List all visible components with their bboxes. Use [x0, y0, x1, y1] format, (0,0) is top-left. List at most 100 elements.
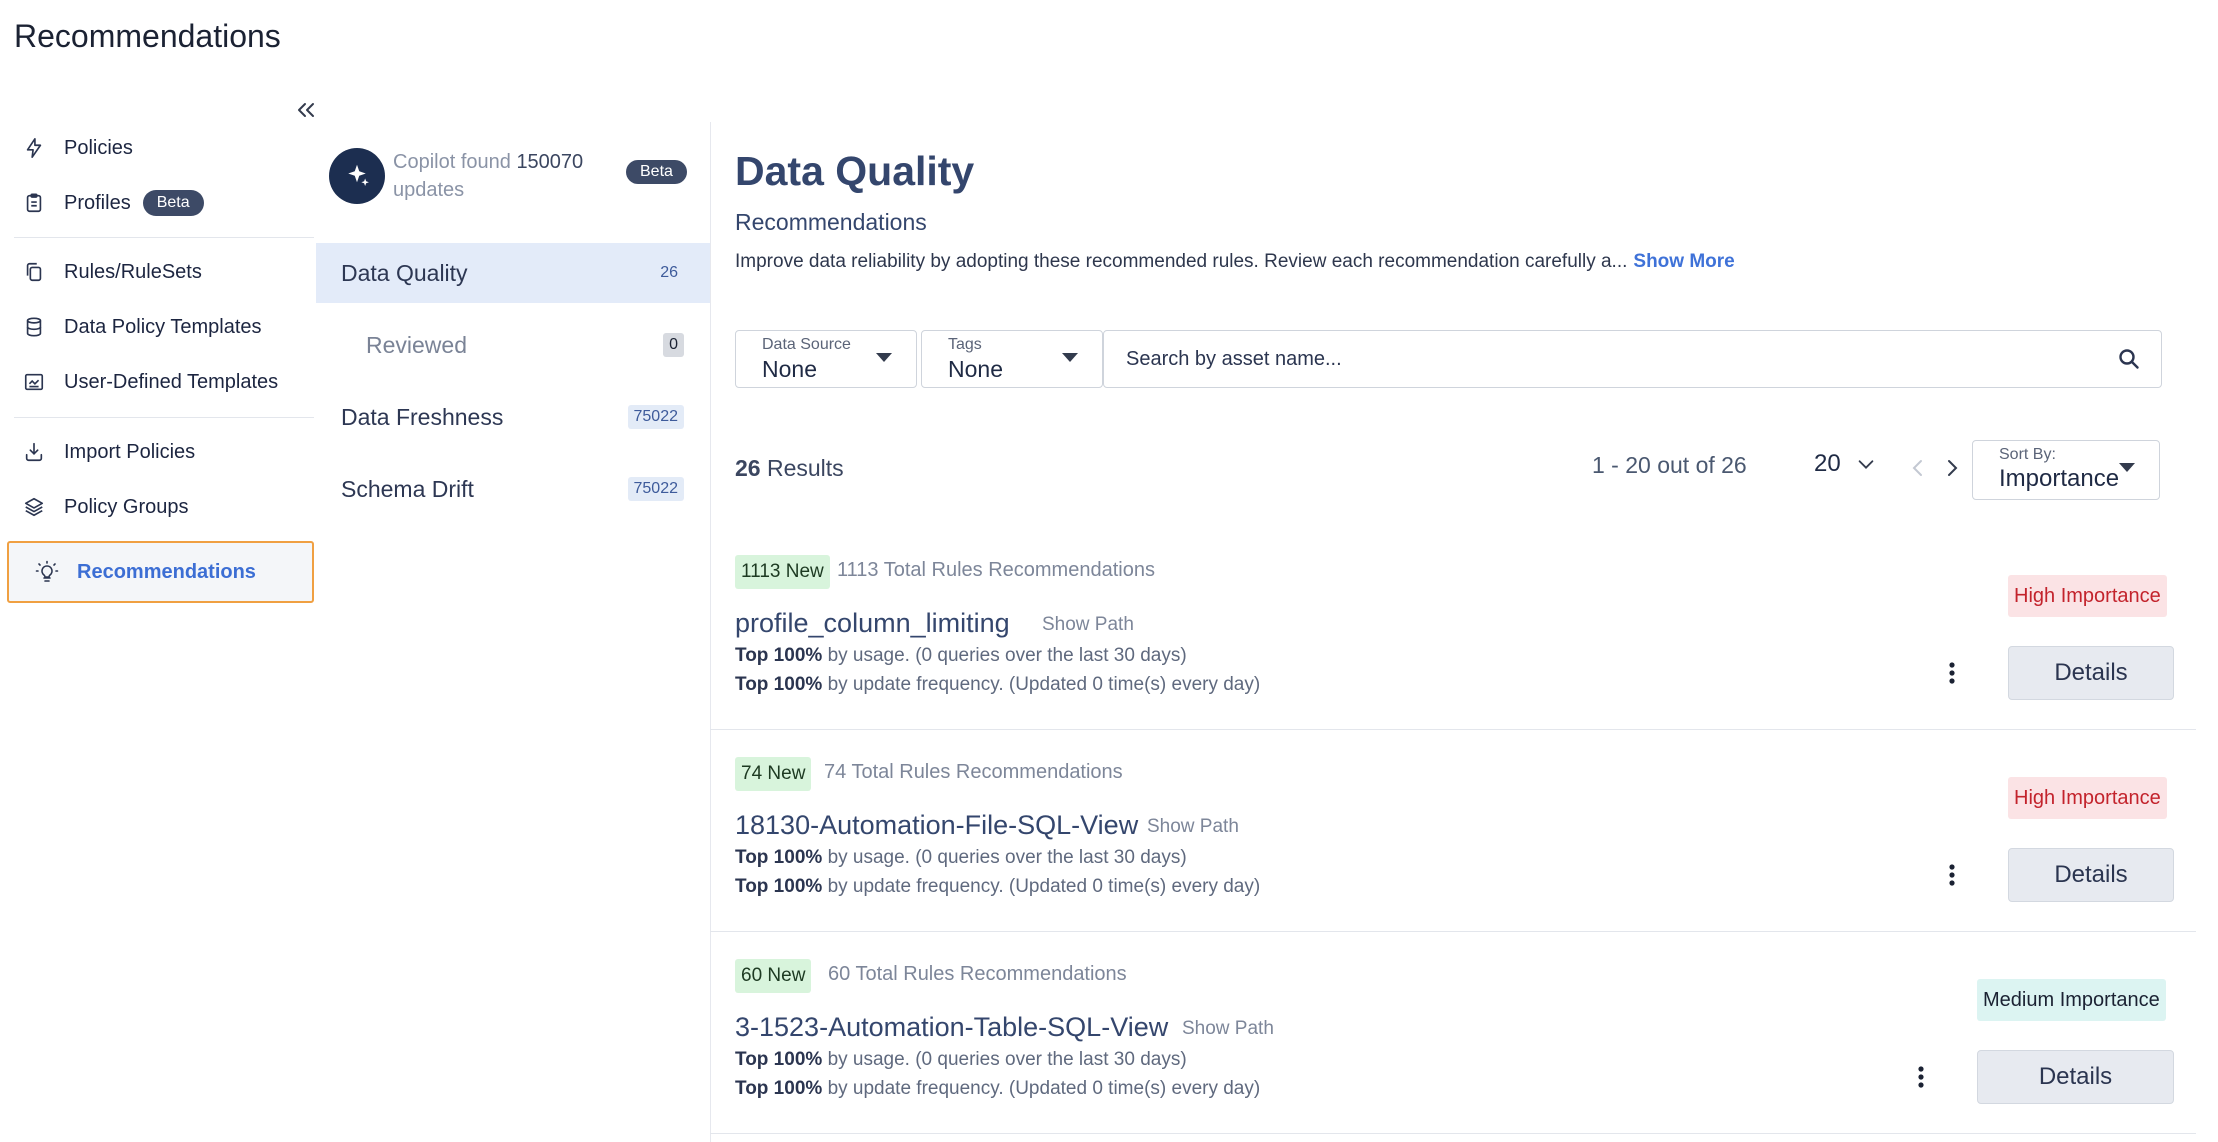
sidebar-item-label: Recommendations — [77, 560, 256, 583]
sidebar-item-user-defined-templates[interactable]: User-Defined Templates — [22, 359, 278, 405]
more-options-icon[interactable] — [1940, 658, 1964, 688]
page-title: Recommendations — [14, 18, 281, 54]
more-options-icon[interactable] — [1909, 1062, 1933, 1092]
more-options-icon[interactable] — [1940, 860, 1964, 890]
category-schema-drift[interactable]: Schema Drift 75022 — [316, 459, 710, 519]
category-data-quality[interactable]: Data Quality 26 — [316, 243, 710, 303]
search-icon[interactable] — [2117, 347, 2141, 371]
new-badge: 1113 New — [735, 555, 830, 589]
recommendation-card: 1113 New 1113 Total Rules Recommendation… — [710, 528, 2196, 730]
usage-rank: Top 100% — [735, 645, 823, 666]
total-recommendations: 1113 Total Rules Recommendations — [837, 559, 1155, 581]
importance-badge: High Importance — [2008, 777, 2167, 819]
next-page-icon[interactable] — [1940, 456, 1964, 480]
frequency-text: by update frequency. (Updated 0 time(s) … — [827, 876, 1261, 897]
collapse-sidebar-icon[interactable] — [294, 98, 320, 124]
sort-by-select[interactable]: Sort By: Importance — [1972, 440, 2160, 500]
sidebar-item-label: Import Policies — [64, 440, 196, 463]
category-label: Data Freshness — [341, 403, 504, 430]
sort-value: Importance — [1999, 465, 2120, 492]
per-page-value: 20 — [1814, 450, 1841, 477]
usage-stat: Top 100% by usage. (0 queries over the l… — [735, 645, 1187, 667]
main-description: Improve data reliability by adopting the… — [735, 251, 1735, 273]
chevron-down-icon — [1855, 453, 1877, 475]
tags-select[interactable]: Tags None — [921, 330, 1103, 388]
sidebar-item-policies[interactable]: Policies — [22, 125, 133, 171]
import-icon — [22, 440, 46, 464]
usage-text: by usage. (0 queries over the last 30 da… — [827, 645, 1187, 666]
category-label: Reviewed — [366, 331, 467, 358]
show-path-link[interactable]: Show Path — [1147, 816, 1239, 838]
frequency-rank: Top 100% — [735, 674, 823, 695]
per-page-select[interactable]: 20 — [1814, 450, 1877, 478]
sidebar-item-recommendations[interactable]: Recommendations — [7, 541, 314, 603]
recommendation-card: 74 New 74 Total Rules Recommendations 18… — [710, 730, 2196, 932]
usage-stat: Top 100% by usage. (0 queries over the l… — [735, 847, 1187, 869]
clipboard-icon — [22, 191, 46, 215]
new-badge: 74 New — [735, 757, 812, 791]
results-count: 26 Results — [735, 455, 844, 482]
show-path-link[interactable]: Show Path — [1182, 1018, 1274, 1040]
main-title: Data Quality — [735, 148, 975, 194]
sidebar-item-label: Policies — [64, 136, 133, 159]
search-input[interactable] — [1124, 346, 2028, 372]
select-label: Tags — [948, 336, 982, 353]
sidebar-item-data-policy-templates[interactable]: Data Policy Templates — [22, 304, 262, 350]
select-value: None — [948, 356, 1003, 382]
layers-icon — [22, 495, 46, 519]
frequency-text: by update frequency. (Updated 0 time(s) … — [827, 674, 1261, 695]
pagination-range: 1 - 20 out of 26 — [1592, 452, 1747, 478]
sidebar-item-label: Policy Groups — [64, 495, 189, 518]
frequency-stat: Top 100% by update frequency. (Updated 0… — [735, 876, 1260, 898]
total-recommendations: 60 Total Rules Recommendations — [828, 963, 1127, 985]
lightbulb-icon — [35, 560, 59, 584]
asset-name-link[interactable]: 18130-Automation-File-SQL-View — [735, 810, 1138, 841]
details-button[interactable]: Details — [2008, 646, 2174, 700]
copilot-prefix: Copilot found — [393, 151, 511, 173]
prev-page-icon[interactable] — [1906, 456, 1930, 480]
asset-name-link[interactable]: 3-1523-Automation-Table-SQL-View — [735, 1012, 1168, 1043]
category-count: 75022 — [627, 405, 684, 429]
asset-name-link[interactable]: profile_column_limiting — [735, 608, 1010, 639]
show-path-link[interactable]: Show Path — [1042, 614, 1134, 636]
nav-divider — [14, 417, 314, 418]
data-source-select[interactable]: Data Source None — [735, 330, 917, 388]
total-recommendations: 74 Total Rules Recommendations — [824, 761, 1123, 783]
frequency-rank: Top 100% — [735, 1078, 823, 1099]
caret-down-icon — [2119, 463, 2135, 472]
description-text: Improve data reliability by adopting the… — [735, 251, 1628, 272]
template-icon — [22, 370, 46, 394]
copy-icon — [22, 260, 46, 284]
details-button[interactable]: Details — [2008, 848, 2174, 902]
details-button[interactable]: Details — [1977, 1050, 2174, 1104]
search-box — [1103, 330, 2162, 388]
category-label: Data Quality — [341, 259, 468, 286]
category-data-freshness[interactable]: Data Freshness 75022 — [316, 387, 710, 447]
frequency-rank: Top 100% — [735, 876, 823, 897]
recommendation-card: 60 New 60 Total Rules Recommendations 3-… — [710, 932, 2196, 1134]
sidebar-item-rules[interactable]: Rules/RuleSets — [22, 249, 202, 295]
sidebar-item-policy-groups[interactable]: Policy Groups — [22, 484, 189, 530]
new-badge: 60 New — [735, 959, 812, 993]
beta-badge: Beta — [142, 190, 204, 216]
show-more-link[interactable]: Show More — [1633, 251, 1734, 272]
usage-text: by usage. (0 queries over the last 30 da… — [827, 1049, 1187, 1070]
caret-down-icon — [876, 353, 892, 362]
copilot-count: 150070 — [516, 151, 584, 173]
frequency-stat: Top 100% by update frequency. (Updated 0… — [735, 674, 1260, 696]
sidebar-item-import-policies[interactable]: Import Policies — [22, 429, 195, 475]
frequency-text: by update frequency. (Updated 0 time(s) … — [827, 1078, 1261, 1099]
select-value: None — [762, 356, 817, 382]
frequency-stat: Top 100% by update frequency. (Updated 0… — [735, 1078, 1260, 1100]
usage-rank: Top 100% — [735, 847, 823, 868]
copilot-summary: Copilot found 150070 updates — [393, 148, 593, 204]
copilot-sparkle-icon — [329, 148, 385, 204]
copilot-suffix: updates — [393, 179, 465, 201]
sidebar-item-profiles[interactable]: Profiles Beta — [22, 180, 204, 226]
category-reviewed[interactable]: Reviewed 0 — [316, 315, 710, 375]
sidebar-item-label: Profiles — [64, 191, 131, 214]
sidebar-item-label: Rules/RuleSets — [64, 260, 202, 283]
nav-divider — [14, 237, 314, 238]
sort-label: Sort By: — [1999, 446, 2056, 463]
select-label: Data Source — [762, 336, 851, 353]
